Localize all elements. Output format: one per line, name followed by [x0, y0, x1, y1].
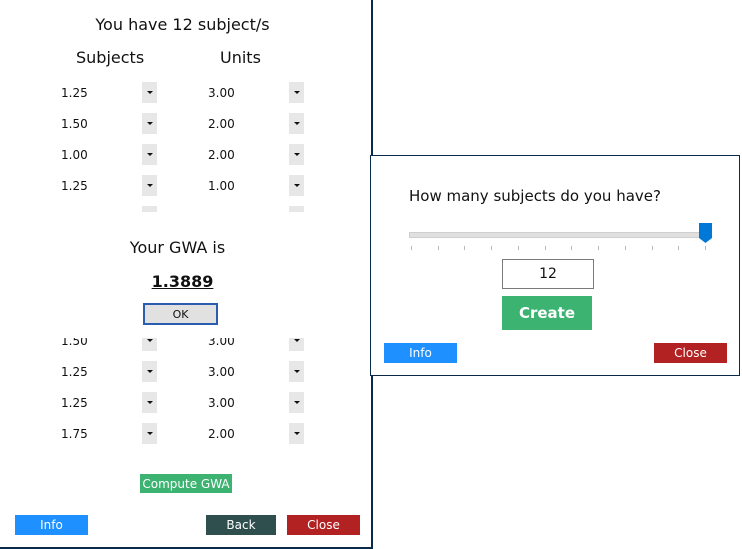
compute-gwa-button[interactable]: Compute GWA	[140, 474, 232, 493]
grade-select-value[interactable]: 1.75	[61, 427, 88, 441]
gwa-value: 1.3889	[151, 272, 214, 291]
slider-track[interactable]	[409, 232, 709, 238]
units-select-value[interactable]: 3.00	[208, 396, 235, 410]
chevron-down-icon[interactable]	[289, 423, 304, 444]
gwa-result-panel: Your GWA is 1.3889 OK	[0, 212, 370, 338]
close-button[interactable]: Close	[654, 343, 727, 363]
units-select-value[interactable]: 3.00	[208, 365, 235, 379]
units-select-value[interactable]: 2.00	[208, 427, 235, 441]
chevron-down-icon[interactable]	[142, 423, 157, 444]
units-select-value[interactable]: 3.00	[208, 86, 235, 100]
chevron-down-icon[interactable]	[142, 113, 157, 134]
subjects-column-header: Subjects	[76, 48, 145, 67]
chevron-down-icon[interactable]	[289, 113, 304, 134]
main-window: You have 12 subject/s Subjects Units 1.2…	[0, 0, 373, 549]
slider-tick	[464, 246, 466, 250]
grade-select-value[interactable]: 1.50	[61, 117, 88, 131]
chevron-down-icon[interactable]	[289, 82, 304, 103]
slider-tick	[571, 246, 573, 250]
subject-count-input[interactable]: 12	[502, 259, 594, 289]
close-button[interactable]: Close	[287, 515, 360, 535]
info-button[interactable]: Info	[384, 343, 457, 363]
slider-tick	[437, 246, 439, 250]
grade-select-value[interactable]: 1.25	[61, 86, 88, 100]
slider-thumb[interactable]	[699, 223, 713, 244]
slider-tick	[624, 246, 626, 250]
slider-tick	[491, 246, 493, 250]
chevron-down-icon[interactable]	[142, 175, 157, 196]
slider-tick	[651, 246, 653, 250]
slider-tick	[517, 246, 519, 250]
slider-tick	[411, 246, 412, 250]
chevron-down-icon[interactable]	[289, 392, 304, 413]
units-select-value[interactable]: 2.00	[208, 117, 235, 131]
units-select-value[interactable]: 2.00	[208, 148, 235, 162]
subject-count-dialog: How many subjects do you have? 12 Create…	[370, 155, 740, 376]
slider-tick	[598, 246, 600, 250]
units-select-value[interactable]: 1.00	[208, 179, 235, 193]
slider-tick	[544, 246, 546, 250]
chevron-down-icon[interactable]	[142, 82, 157, 103]
gwa-heading: Your GWA is	[129, 238, 226, 257]
slider-tick	[678, 246, 680, 250]
create-button[interactable]: Create	[502, 296, 592, 330]
chevron-down-icon[interactable]	[289, 175, 304, 196]
subject-count-title: You have 12 subject/s	[95, 15, 270, 34]
ok-button[interactable]: OK	[143, 303, 218, 325]
grade-select-value[interactable]: 1.25	[61, 179, 88, 193]
grade-select-value[interactable]: 1.25	[61, 365, 88, 379]
grade-select-value[interactable]: 1.25	[61, 396, 88, 410]
grade-select-value[interactable]: 1.00	[61, 148, 88, 162]
chevron-down-icon[interactable]	[142, 144, 157, 165]
units-column-header: Units	[220, 48, 261, 67]
info-button[interactable]: Info	[15, 515, 88, 535]
chevron-down-icon[interactable]	[289, 361, 304, 382]
chevron-down-icon[interactable]	[142, 361, 157, 382]
chevron-down-icon[interactable]	[289, 144, 304, 165]
chevron-down-icon[interactable]	[142, 392, 157, 413]
subject-count-question: How many subjects do you have?	[409, 187, 661, 205]
back-button[interactable]: Back	[206, 515, 276, 535]
slider-tick	[705, 246, 706, 250]
